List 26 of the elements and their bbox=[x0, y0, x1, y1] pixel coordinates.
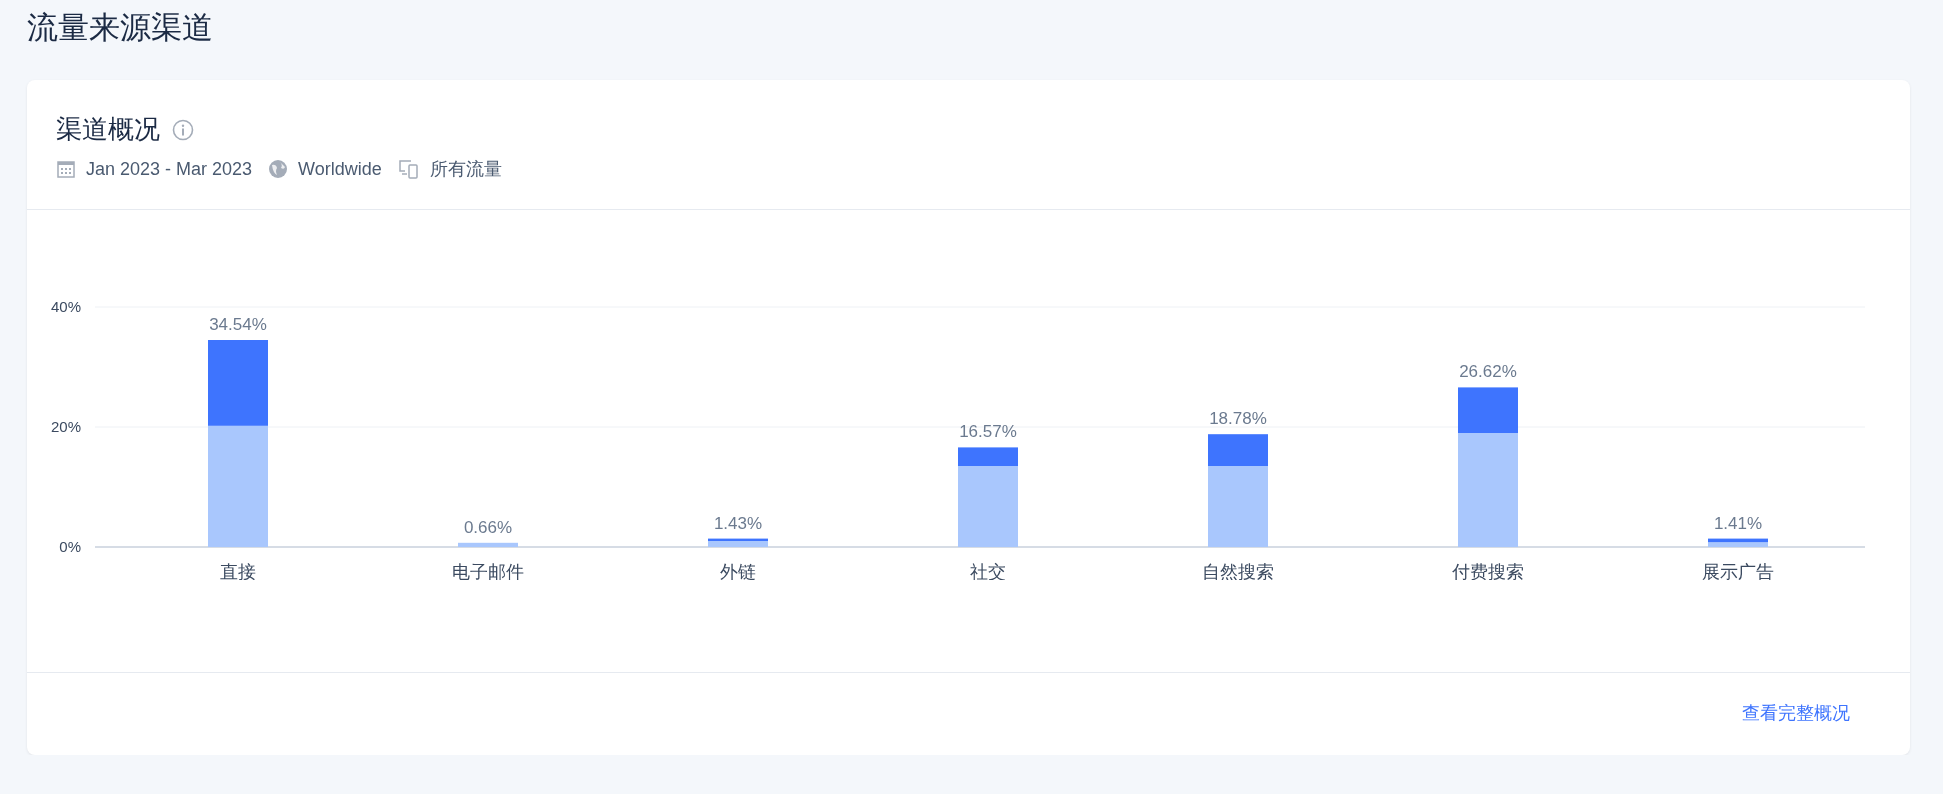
calendar-icon bbox=[56, 159, 76, 179]
value-label: 1.41% bbox=[1713, 513, 1763, 533]
category-label: 社交 bbox=[970, 562, 1006, 580]
date-range: Jan 2023 - Mar 2023 bbox=[86, 158, 253, 180]
category-label: 展示广告 bbox=[1702, 562, 1774, 580]
card-title: 渠道概况 bbox=[56, 113, 160, 146]
traffic-type: 所有流量 bbox=[429, 158, 502, 181]
globe-icon bbox=[268, 159, 289, 179]
value-label: 34.54% bbox=[209, 315, 267, 334]
info-icon[interactable] bbox=[172, 118, 194, 141]
y-axis-label: 0% bbox=[59, 538, 81, 555]
full-overview-link[interactable]: 查看完整概况 bbox=[1742, 701, 1850, 725]
y-axis-label: 40% bbox=[50, 298, 81, 315]
y-axis-label: 20% bbox=[50, 418, 81, 435]
region-label: Worldwide bbox=[298, 158, 382, 180]
value-label: 0.66% bbox=[463, 517, 513, 537]
value-label: 16.57% bbox=[959, 422, 1017, 442]
category-label: 电子邮件 bbox=[452, 562, 524, 580]
value-label: 1.43% bbox=[713, 513, 763, 533]
category-label: 付费搜索 bbox=[1452, 562, 1524, 580]
value-label: 18.78% bbox=[1209, 409, 1267, 429]
category-label: 外链 bbox=[720, 562, 756, 580]
page-title: 流量来源渠道 bbox=[27, 9, 214, 47]
category-label: 直接 bbox=[220, 562, 256, 580]
value-label: 26.62% bbox=[1459, 362, 1517, 382]
devices-icon bbox=[397, 159, 420, 179]
